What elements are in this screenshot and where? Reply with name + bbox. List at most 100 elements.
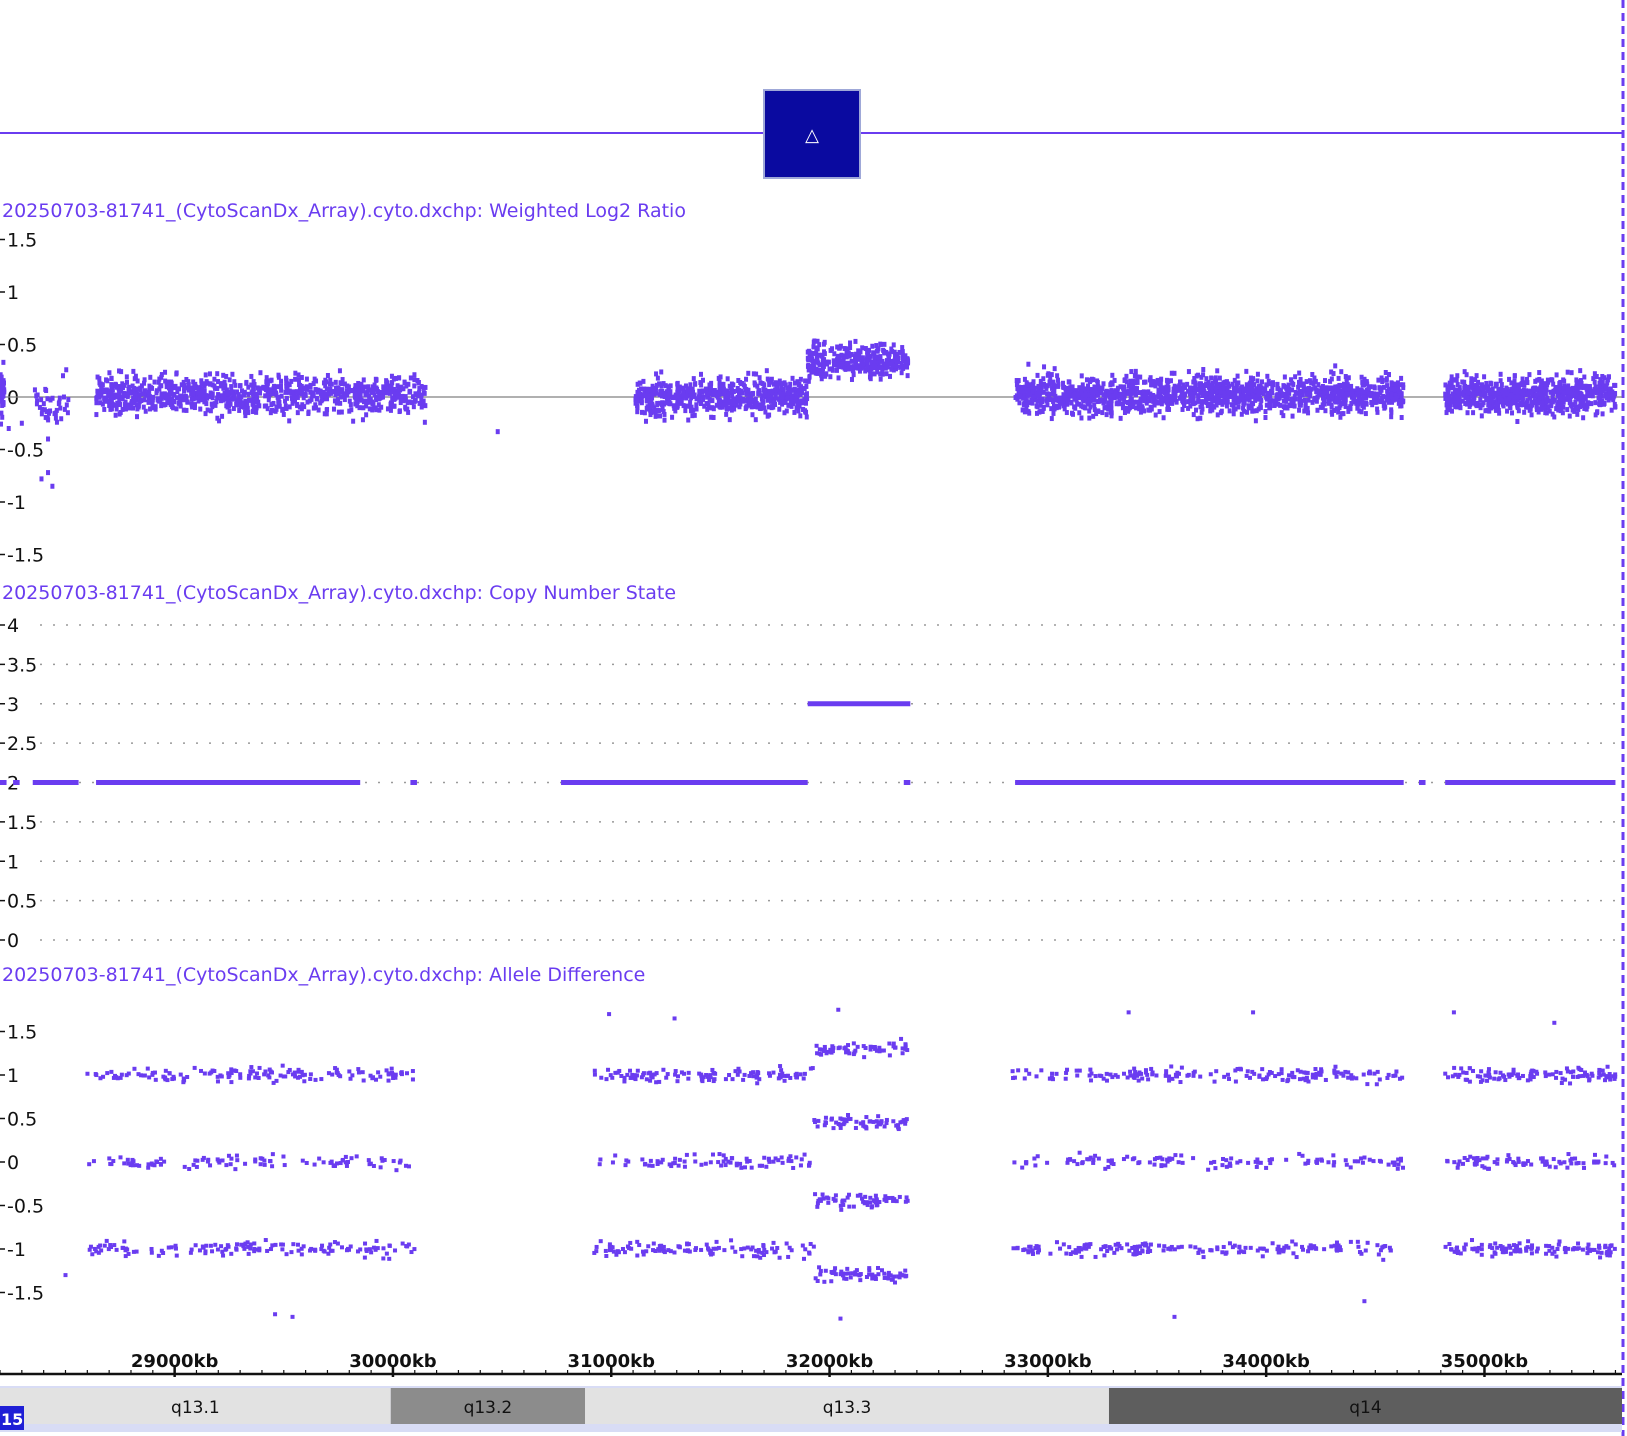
allele-difference-point	[283, 1074, 288, 1079]
log2-ratio-point	[1020, 407, 1025, 413]
log2-ratio-point	[827, 366, 832, 372]
allele-difference-point	[412, 1247, 417, 1252]
log2-ratio-point	[784, 408, 789, 414]
log2-ratio-point	[1288, 403, 1293, 409]
log2-ratio-point	[351, 418, 356, 424]
log2-ratio-point	[1261, 391, 1266, 397]
allele-difference-point	[105, 1071, 110, 1076]
log2-ratio-point	[1561, 404, 1566, 410]
allele-difference-point	[868, 1195, 873, 1200]
log2-ratio-point	[119, 388, 124, 394]
log2-ratio-point	[48, 397, 53, 403]
allele-difference-point	[321, 1160, 326, 1165]
log2-ratio-point	[1170, 394, 1175, 400]
log2-ratio-point	[1542, 381, 1547, 387]
log2-ratio-point	[275, 384, 280, 390]
allele-difference-point	[716, 1160, 721, 1165]
log2-ratio-point	[699, 382, 704, 388]
region-marker-button[interactable]: △	[763, 89, 861, 179]
log2-ratio-point	[131, 368, 136, 374]
log2-ratio-point	[184, 377, 189, 383]
log2-ratio-point	[421, 390, 426, 396]
allele-difference-point	[238, 1075, 243, 1080]
allele-difference-point	[802, 1152, 807, 1157]
allele-difference-point	[701, 1075, 706, 1080]
log2-ratio-point	[1312, 397, 1317, 403]
log2-ratio-point	[750, 412, 755, 418]
log2-ratio-point	[1215, 368, 1220, 374]
log2-ratio-point	[1191, 401, 1196, 407]
allele-difference-point	[671, 1161, 676, 1166]
allele-difference-point	[85, 1071, 90, 1076]
log2-ratio-point	[888, 373, 893, 379]
log2-ratio-point	[1543, 410, 1548, 416]
log2-ratio-point	[1164, 377, 1169, 383]
allele-difference-point	[90, 1252, 95, 1257]
log2-ratio-point	[1025, 392, 1030, 398]
y-tick-label: 1	[7, 282, 19, 304]
log2-ratio-point	[1603, 393, 1608, 399]
log2-ratio-point	[1286, 382, 1291, 388]
log2-ratio-point	[1306, 397, 1311, 403]
log2-ratio-point	[366, 387, 371, 393]
log2-ratio-point	[691, 376, 696, 382]
log2-ratio-point	[1485, 407, 1490, 413]
allele-difference-point	[719, 1163, 724, 1168]
allele-difference-point	[239, 1242, 244, 1247]
allele-difference-point	[607, 1242, 612, 1247]
log2-ratio-point	[1244, 368, 1249, 374]
log2-ratio-point	[806, 348, 811, 354]
allele-difference-point	[599, 1075, 604, 1080]
y-tick-label: 0.5	[7, 335, 37, 357]
allele-difference-point	[592, 1072, 597, 1077]
log2-ratio-point	[1393, 396, 1398, 402]
allele-difference-point	[358, 1247, 363, 1252]
allele-difference-point	[363, 1241, 368, 1246]
log2-ratio-point	[1492, 391, 1497, 397]
log2-ratio-point	[274, 406, 279, 412]
log2-ratio-point	[650, 401, 655, 407]
allele-difference-point	[234, 1153, 239, 1158]
allele-difference-point	[216, 1158, 221, 1163]
allele-difference-point	[149, 1246, 154, 1251]
log2-ratio-point	[1561, 385, 1566, 391]
log2-ratio-point	[1, 359, 6, 365]
allele-difference-point	[799, 1157, 804, 1162]
allele-difference-point	[646, 1244, 651, 1249]
log2-ratio-point	[311, 390, 316, 396]
log2-ratio-point	[39, 411, 44, 417]
log2-ratio-point	[1474, 403, 1479, 409]
log2-ratio-point	[230, 390, 235, 396]
allele-difference-point	[757, 1163, 762, 1168]
log2-ratio-point	[1026, 387, 1031, 393]
allele-difference-point	[770, 1246, 775, 1251]
log2-ratio-point	[692, 412, 697, 418]
log2-ratio-point	[1253, 388, 1258, 394]
log2-ratio-point	[1578, 368, 1583, 374]
log2-ratio-point	[1498, 378, 1503, 384]
track-weighted-log2-ratio[interactable]: 20250703-81741_(CytoScanDx_Array).cyto.d…	[0, 200, 1622, 567]
log2-ratio-point	[860, 361, 865, 367]
log2-ratio-point	[295, 402, 300, 408]
track-copy-number-state[interactable]: 20250703-81741_(CytoScanDx_Array).cyto.d…	[0, 582, 1622, 952]
allele-difference-point	[319, 1077, 324, 1082]
allele-difference-point	[619, 1073, 624, 1078]
allele-difference-point	[400, 1241, 405, 1246]
log2-ratio-point	[1248, 375, 1253, 381]
allele-difference-point	[367, 1247, 372, 1252]
log2-ratio-point	[893, 363, 898, 369]
log2-ratio-point	[222, 385, 227, 391]
allele-difference-point	[262, 1162, 267, 1167]
allele-difference-point	[628, 1068, 633, 1073]
log2-ratio-point	[137, 393, 142, 399]
log2-ratio-point	[1153, 412, 1158, 418]
log2-ratio-point	[239, 388, 244, 394]
log2-ratio-point	[717, 379, 722, 385]
log2-ratio-point	[1566, 396, 1571, 402]
track-allele-difference[interactable]: 20250703-81741_(CytoScanDx_Array).cyto.d…	[0, 964, 1618, 1321]
log2-ratio-point	[1297, 399, 1302, 405]
log2-ratio-point	[1546, 405, 1551, 411]
y-tick-label: 3	[7, 694, 19, 716]
log2-ratio-point	[756, 389, 761, 395]
track-title-allele-difference: 20250703-81741_(CytoScanDx_Array).cyto.d…	[2, 964, 645, 986]
